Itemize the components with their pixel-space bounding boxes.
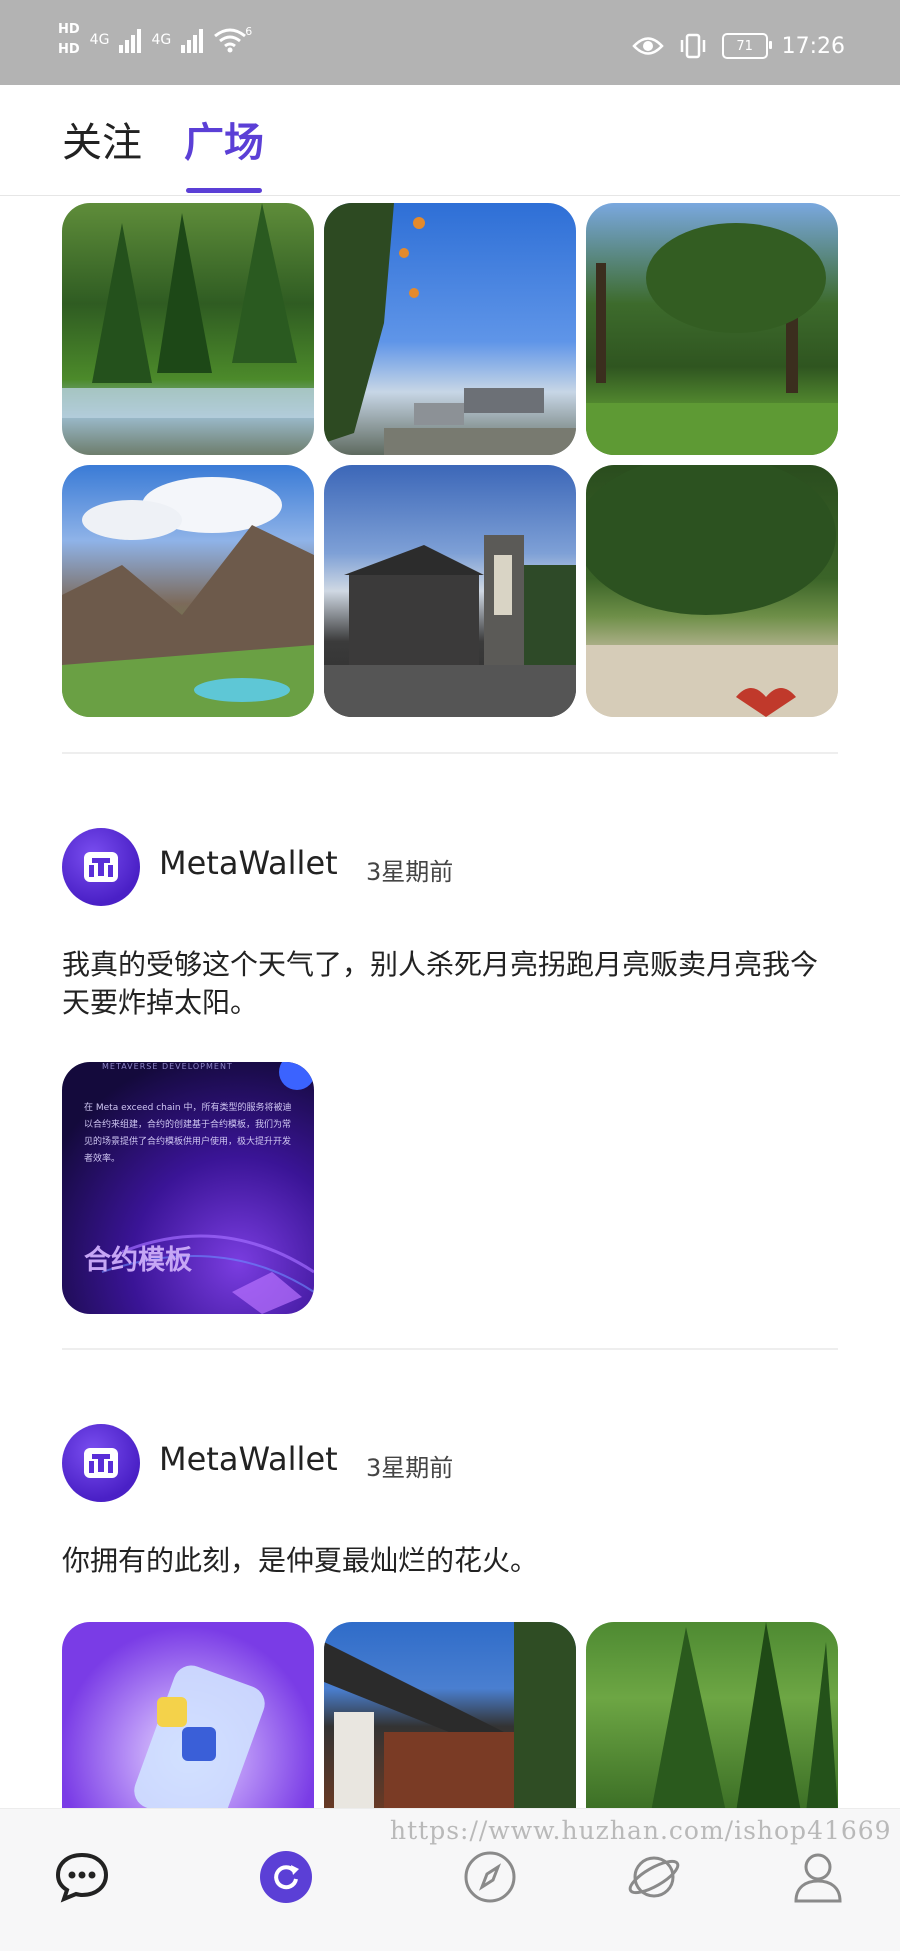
avatar[interactable]: [62, 828, 140, 906]
status-bar: HD HD 4G 4G 6 71 17:26: [0, 0, 900, 85]
hd-indicator: HD HD: [58, 22, 80, 58]
network-label-2: 4G: [151, 32, 172, 48]
nav-profile[interactable]: [790, 1849, 846, 1905]
post-divider: [62, 1348, 838, 1350]
battery-level: 71: [736, 38, 753, 54]
street-sky-photo: [324, 203, 576, 455]
pine-trees-photo: [651, 1622, 838, 1812]
author-name[interactable]: MetaWallet: [159, 844, 338, 882]
profile-icon: [794, 1853, 842, 1903]
post-image[interactable]: [324, 1622, 576, 1812]
refresh-icon: [260, 1851, 312, 1903]
top-tabs: 关注 广场: [0, 85, 900, 196]
tab-square[interactable]: 广场: [184, 118, 264, 168]
signal-icon-2: [181, 27, 204, 53]
post-image[interactable]: [586, 1622, 838, 1812]
park-trees-photo: [586, 223, 838, 455]
hd-top-label: HD: [58, 22, 80, 37]
post-divider: [62, 752, 838, 754]
vibrate-icon: [680, 33, 705, 59]
mountain-lake-photo: [62, 477, 314, 717]
contract-title: 合约模板: [84, 1245, 192, 1276]
metawallet-logo-icon: [84, 852, 118, 882]
clock: 17:26: [781, 33, 845, 59]
compass-icon: [464, 1851, 516, 1903]
nav-square[interactable]: [258, 1849, 314, 1905]
author-name[interactable]: MetaWallet: [159, 1440, 338, 1478]
forest-river-photo: [62, 203, 314, 418]
nav-chat[interactable]: [54, 1849, 110, 1905]
status-right: 71 17:26: [631, 33, 845, 59]
watermark: https://www.huzhan.com/ishop41669: [390, 1816, 892, 1845]
chat-icon: [55, 1852, 109, 1903]
tab-follow[interactable]: 关注: [62, 118, 142, 168]
post-image[interactable]: [324, 465, 576, 717]
nav-discover[interactable]: [462, 1849, 518, 1905]
contract-body-text: 在 Meta exceed chain 中，所有类型的服务将被迪以合约来组建，合…: [84, 1103, 292, 1164]
wifi-icon: [214, 28, 247, 53]
wifi-label: 6: [245, 24, 253, 38]
post-text: 我真的受够这个天气了，别人杀死月亮拐跑月亮贩卖月亮我今天要炸掉太阳。: [62, 948, 819, 1019]
temple-roof-photo: [324, 1622, 576, 1812]
post-time: 3星期前: [366, 858, 454, 886]
signal-icon: [119, 27, 142, 53]
network-label-1: 4G: [89, 32, 110, 48]
hd-bottom-label: HD: [58, 42, 80, 57]
post-image[interactable]: METAVERSE DEVELOPMENT 在 Meta exceed chai…: [62, 1062, 314, 1314]
post-image[interactable]: [324, 203, 576, 455]
post-image[interactable]: [62, 1622, 314, 1812]
post-text: 你拥有的此刻，是仲夏最灿烂的花火。: [62, 1544, 539, 1577]
post-image[interactable]: [586, 465, 838, 717]
active-tab-indicator: [186, 188, 262, 193]
contract-header-text: METAVERSE DEVELOPMENT: [102, 1062, 233, 1071]
avatar[interactable]: [62, 1424, 140, 1502]
eye-icon: [631, 37, 664, 55]
post-time: 3星期前: [366, 1454, 454, 1482]
phone-app-illustration: [134, 1665, 265, 1812]
post-image[interactable]: [62, 465, 314, 717]
post-image[interactable]: [586, 203, 838, 455]
building-gate-photo: [324, 535, 576, 717]
post-header: MetaWallet 3星期前: [62, 1424, 838, 1502]
post-image[interactable]: [62, 203, 314, 455]
forest-sand-photo: [586, 465, 838, 717]
post-header: MetaWallet 3星期前: [62, 828, 838, 906]
planet-icon: [628, 1856, 680, 1898]
battery-icon: 71: [721, 33, 772, 59]
nav-planet[interactable]: [626, 1849, 682, 1905]
status-left: HD HD 4G 4G 6: [58, 22, 252, 58]
metawallet-logo-icon: [84, 1448, 118, 1478]
